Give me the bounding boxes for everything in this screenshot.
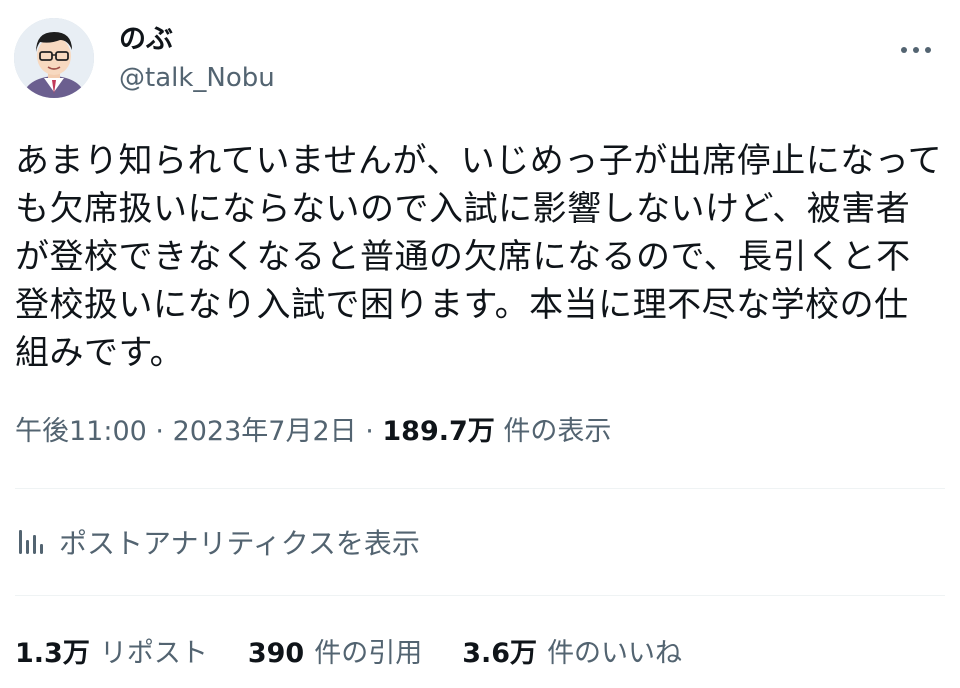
- quotes-stat[interactable]: 390 件の引用: [248, 631, 422, 670]
- tweet-time[interactable]: 午後11:00: [15, 416, 147, 447]
- tweet-text: あまり知られていませんが、いじめっ子が出席停止になっても欠席扱いにならないので入…: [15, 141, 943, 373]
- tweet-meta: 午後11:00 · 2023年7月2日 · 189.7万 件の表示: [15, 414, 611, 450]
- likes-stat[interactable]: 3.6万 件のいいね: [462, 631, 682, 670]
- tweet-date[interactable]: 2023年7月2日: [173, 416, 357, 447]
- reposts-stat[interactable]: 1.3万 リポスト: [15, 631, 208, 670]
- bar-chart-icon: [19, 530, 43, 554]
- views-label: 件の表示: [494, 416, 612, 447]
- quotes-label: 件の引用: [314, 637, 423, 669]
- reposts-count: 1.3万: [15, 637, 90, 669]
- divider: [15, 595, 945, 596]
- meta-separator: ·: [356, 416, 383, 447]
- likes-count: 3.6万: [462, 637, 538, 669]
- engagement-stats: 1.3万 リポスト 390 件の引用 3.6万 件のいいね: [15, 630, 722, 670]
- avatar[interactable]: [14, 18, 94, 98]
- author-handle[interactable]: @talk_Nobu: [119, 62, 275, 94]
- reposts-label: リポスト: [99, 637, 208, 669]
- more-options-button[interactable]: [894, 34, 938, 66]
- author-display-name[interactable]: のぶ: [119, 24, 173, 56]
- more-horizontal-icon: [901, 47, 931, 53]
- likes-label: 件のいいね: [547, 637, 683, 669]
- divider: [15, 488, 945, 489]
- meta-separator: ·: [146, 416, 173, 447]
- quotes-count: 390: [247, 637, 305, 669]
- analytics-label: ポストアナリティクスを表示: [59, 527, 420, 560]
- view-analytics-link[interactable]: ポストアナリティクスを表示: [15, 522, 420, 562]
- views-count: 189.7万: [382, 416, 495, 447]
- avatar-illustration-icon: [14, 18, 94, 98]
